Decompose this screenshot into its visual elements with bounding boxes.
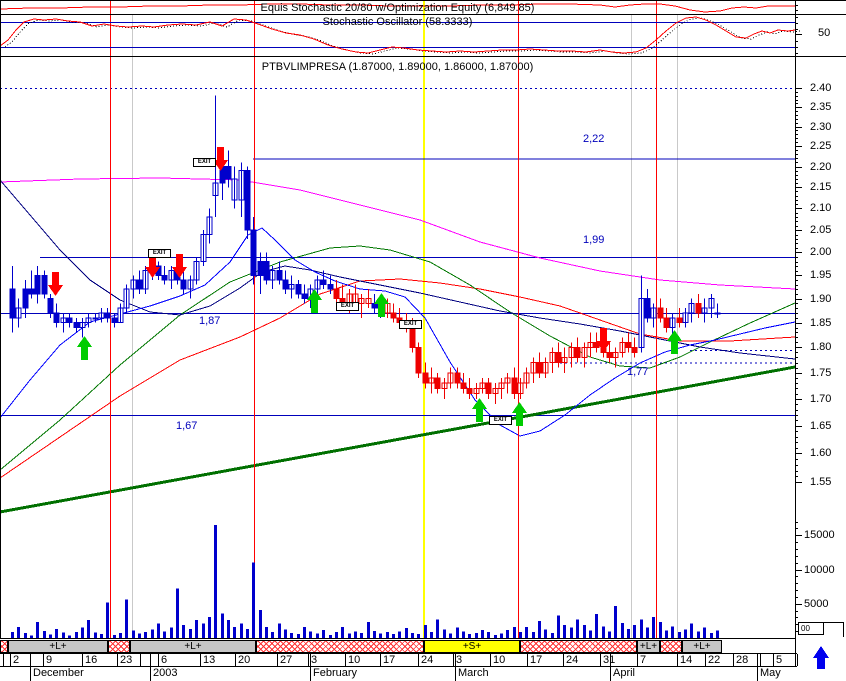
price-axis-label: 2.35	[810, 100, 832, 113]
price-level-label: 1,77	[627, 366, 649, 378]
candlesticks	[9, 95, 721, 405]
price-axis-label: 1.95	[810, 268, 832, 281]
date-tick-label: 27	[280, 654, 293, 666]
price-axis-label: 1.85	[810, 316, 832, 329]
month-label: 2003	[153, 667, 178, 679]
exit-signal-box: EXIT	[489, 416, 512, 425]
price-axis-label: 1.75	[810, 366, 832, 379]
date-tick-label: 17	[383, 654, 396, 666]
metastock-chart-window: Equis Stochastic 20/80 w/Optimization Eq…	[0, 0, 846, 681]
date-tick-label: 6	[161, 654, 168, 666]
volume-axis-label: 5000	[804, 597, 829, 610]
price-axis-label: 2.00	[810, 245, 832, 258]
ribbon-segment-long: +L+	[130, 640, 256, 653]
price-axis-label: 1.80	[810, 340, 832, 353]
price-axis-label: 1.55	[810, 475, 832, 488]
date-tick-label: 14	[680, 654, 693, 666]
ribbon-segment-short: +S+	[424, 640, 520, 653]
date-tick-label: 9	[46, 654, 53, 666]
price-level-label: 2,22	[583, 133, 605, 145]
price-axis-label: 2.30	[810, 120, 832, 133]
date-tick-label: 3	[311, 654, 318, 666]
exit-signal-box: EXIT	[336, 302, 359, 311]
month-label: March	[458, 667, 489, 679]
ribbon-segment-long: +L+	[8, 640, 108, 653]
date-tick-label: 28	[736, 654, 749, 666]
month-label: May	[760, 667, 781, 679]
ribbon-segment-flat	[108, 640, 130, 653]
price-title: PTBVLIMPRESA (1.87000, 1.89000, 1.86000,…	[261, 61, 534, 73]
price-axis-label: 1.65	[810, 419, 832, 432]
volume-axis-label: 15000	[804, 528, 835, 541]
ribbon-segment-flat	[660, 640, 682, 653]
ribbon-segment-flat	[520, 640, 637, 653]
price-axis-label: 1.90	[810, 292, 832, 305]
ribbon-segment-long: +L+	[637, 640, 660, 653]
price-axis-label: 2.15	[810, 180, 832, 193]
date-tick-label: 20	[238, 654, 251, 666]
date-tick-label: 24	[566, 654, 579, 666]
ribbon-segment-long: +L+	[682, 640, 722, 653]
stochastic-axis-label: 50	[818, 27, 831, 39]
price-axis-label: 2.10	[810, 201, 832, 214]
date-tick-label: 5	[776, 654, 783, 666]
date-tick-label: 22	[708, 654, 721, 666]
price-axis-label: 2.25	[810, 139, 832, 152]
price-level-label: 1,99	[583, 234, 605, 246]
price-level-label: 1,87	[199, 315, 221, 327]
date-tick-label: 13	[203, 654, 216, 666]
price-axis-label: 1.60	[810, 446, 832, 459]
ribbon-segment-flat	[0, 640, 8, 653]
month-label: December	[33, 667, 84, 679]
date-tick-label: 16	[85, 654, 98, 666]
scroll-up-arrow[interactable]	[813, 646, 829, 669]
volume-axis-label: 10000	[804, 563, 835, 576]
date-tick-label: 23	[120, 654, 133, 666]
price-axis-label: 2.20	[810, 160, 832, 173]
volume-bars	[11, 524, 719, 638]
price-level-label: 1,67	[176, 420, 198, 432]
date-tick-label: 7	[640, 654, 647, 666]
exit-signal-box: EXIT	[399, 320, 422, 329]
date-tick-label: 17	[530, 654, 543, 666]
equity-title: Equis Stochastic 20/80 w/Optimization Eq…	[260, 2, 535, 14]
signal-ribbon: +L+ +L+ +S+ +L+ +L+	[0, 640, 797, 653]
month-label: April	[613, 667, 636, 679]
date-tick-label: 24	[421, 654, 434, 666]
exit-signal-box: EXIT	[193, 158, 216, 167]
date-tick-label: 2	[13, 654, 20, 666]
exit-signal-box: EXIT	[148, 249, 171, 258]
trendline	[0, 365, 796, 514]
date-tick-label: 3	[456, 654, 463, 666]
scroll-thumb-box[interactable]: 00	[798, 622, 824, 635]
price-axis-label: 2.05	[810, 223, 832, 236]
date-tick-label: 31	[603, 654, 616, 666]
date-tick-label: 10	[348, 654, 361, 666]
month-label: February	[313, 667, 358, 679]
ribbon-segment-flat	[256, 640, 424, 653]
chart-canvas	[0, 0, 846, 681]
price-axis-label: 1.70	[810, 392, 832, 405]
ma-magenta	[0, 177, 796, 290]
stochastic-title: Stochastic Oscillator (58.3333)	[322, 16, 473, 28]
date-tick-label: 10	[493, 654, 506, 666]
price-axis-label: 2.40	[810, 81, 832, 94]
